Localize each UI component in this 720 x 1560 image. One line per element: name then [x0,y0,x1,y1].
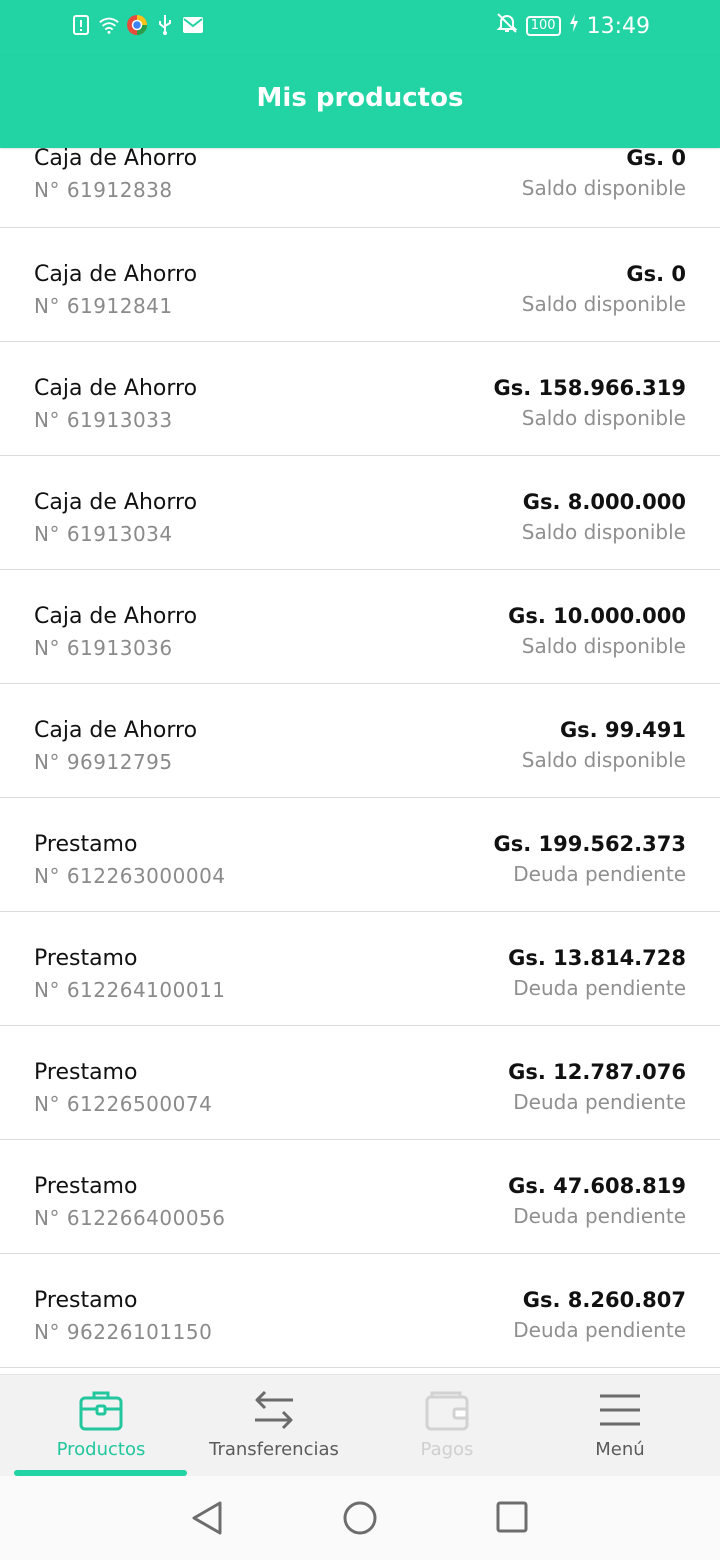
product-amount-label: Saldo disponible [521,406,686,430]
product-name: Prestamo [34,832,138,857]
briefcase-icon [78,1385,124,1435]
tab-label: Productos [56,1439,146,1460]
wifi-icon [98,14,120,36]
product-amount: Gs. 158.966.319 [493,376,687,400]
mail-icon [182,14,204,36]
products-list[interactable]: Caja de Ahorro N° 61912838 Gs. 0 Saldo d… [0,114,720,1374]
product-name: Prestamo [34,1288,138,1313]
product-amount-label: Saldo disponible [521,520,686,544]
product-number: N° 612264100011 [34,978,226,1002]
product-row[interactable]: Prestamo N° 612266400056 Gs. 47.608.819 … [0,1140,720,1254]
product-name: Caja de Ahorro [34,718,198,743]
tab-menu[interactable]: Menú [533,1375,707,1475]
tab-label: Menú [595,1439,645,1460]
product-amount-label: Deuda pendiente [513,1090,686,1114]
browser-icon [126,14,148,36]
product-name: Prestamo [34,1060,138,1085]
sim-alert-icon [70,14,92,36]
charging-icon [569,13,579,39]
hamburger-menu-icon [598,1385,642,1435]
tab-label: Transferencias [209,1439,339,1460]
product-number: N° 61912841 [34,294,173,318]
product-name: Caja de Ahorro [34,262,198,287]
status-icons-right: 100 13:49 [496,12,650,40]
product-amount: Gs. 10.000.000 [508,604,686,628]
product-amount: Gs. 13.814.728 [508,946,686,970]
product-amount-label: Saldo disponible [521,292,686,316]
product-row[interactable]: Prestamo N° 612264100011 Gs. 13.814.728 … [0,912,720,1026]
product-row[interactable]: Prestamo N° 61226500074 Gs. 12.787.076 D… [0,1026,720,1140]
product-amount-label: Deuda pendiente [513,1318,686,1342]
product-name: Prestamo [34,1174,138,1199]
tab-label: Pagos [420,1439,474,1460]
product-row[interactable]: Caja de Ahorro N° 61912838 Gs. 0 Saldo d… [0,114,720,228]
home-icon[interactable] [342,1500,378,1540]
product-amount: Gs. 0 [626,262,686,286]
notifications-off-icon [496,12,518,40]
transfer-arrows-icon [251,1385,297,1435]
recents-icon[interactable] [495,1500,529,1538]
product-number: N° 612263000004 [34,864,226,888]
wallet-icon [424,1385,470,1435]
status-bar: 100 13:49 [0,0,720,56]
product-row[interactable]: Caja de Ahorro N° 61912841 Gs. 0 Saldo d… [0,228,720,342]
product-amount: Gs. 12.787.076 [508,1060,686,1084]
product-amount: Gs. 47.608.819 [508,1174,686,1198]
tab-transferencias[interactable]: Transferencias [187,1375,361,1475]
product-amount: Gs. 199.562.373 [493,832,687,856]
product-number: N° 61912838 [34,178,173,202]
tab-productos[interactable]: Productos [14,1375,188,1475]
product-amount-label: Saldo disponible [521,748,686,772]
product-number: N° 612266400056 [34,1206,226,1230]
product-number: N° 61913034 [34,522,173,546]
status-time: 13:49 [586,13,650,39]
system-navigation-bar [0,1476,720,1560]
product-row[interactable]: Caja de Ahorro N° 61913036 Gs. 10.000.00… [0,570,720,684]
bottom-nav: Productos Transferencias Pagos Menú [0,1374,720,1477]
product-row[interactable]: Prestamo N° 96226101150 Gs. 8.260.807 De… [0,1254,720,1368]
product-amount-label: Deuda pendiente [513,976,686,1000]
product-amount: Gs. 99.491 [559,718,686,742]
product-number: N° 96912795 [34,750,173,774]
tab-pagos[interactable]: Pagos [360,1375,534,1475]
product-name: Caja de Ahorro [34,490,198,515]
product-name: Prestamo [34,946,138,971]
product-name: Caja de Ahorro [34,376,198,401]
product-amount: Gs. 8.260.807 [522,1288,686,1312]
product-amount-label: Deuda pendiente [513,1204,686,1228]
product-amount-label: Saldo disponible [521,176,686,200]
product-row[interactable]: Caja de Ahorro N° 61913033 Gs. 158.966.3… [0,342,720,456]
product-amount: Gs. 0 [626,146,686,170]
usb-icon [154,14,176,36]
status-icons-left [70,14,204,36]
product-number: N° 61913036 [34,636,173,660]
product-amount: Gs. 8.000.000 [522,490,686,514]
page-title: Mis productos [256,83,464,113]
product-number: N° 61226500074 [34,1092,213,1116]
product-row[interactable]: Prestamo N° 612263000004 Gs. 199.562.373… [0,798,720,912]
battery-indicator: 100 [525,16,561,36]
product-row[interactable]: Caja de Ahorro N° 96912795 Gs. 99.491 Sa… [0,684,720,798]
back-icon[interactable] [190,1500,224,1540]
product-amount-label: Saldo disponible [521,634,686,658]
product-number: N° 96226101150 [34,1320,213,1344]
product-name: Caja de Ahorro [34,146,198,171]
product-row[interactable]: Caja de Ahorro N° 61913034 Gs. 8.000.000… [0,456,720,570]
product-name: Caja de Ahorro [34,604,198,629]
product-number: N° 61913033 [34,408,173,432]
product-amount-label: Deuda pendiente [513,862,686,886]
